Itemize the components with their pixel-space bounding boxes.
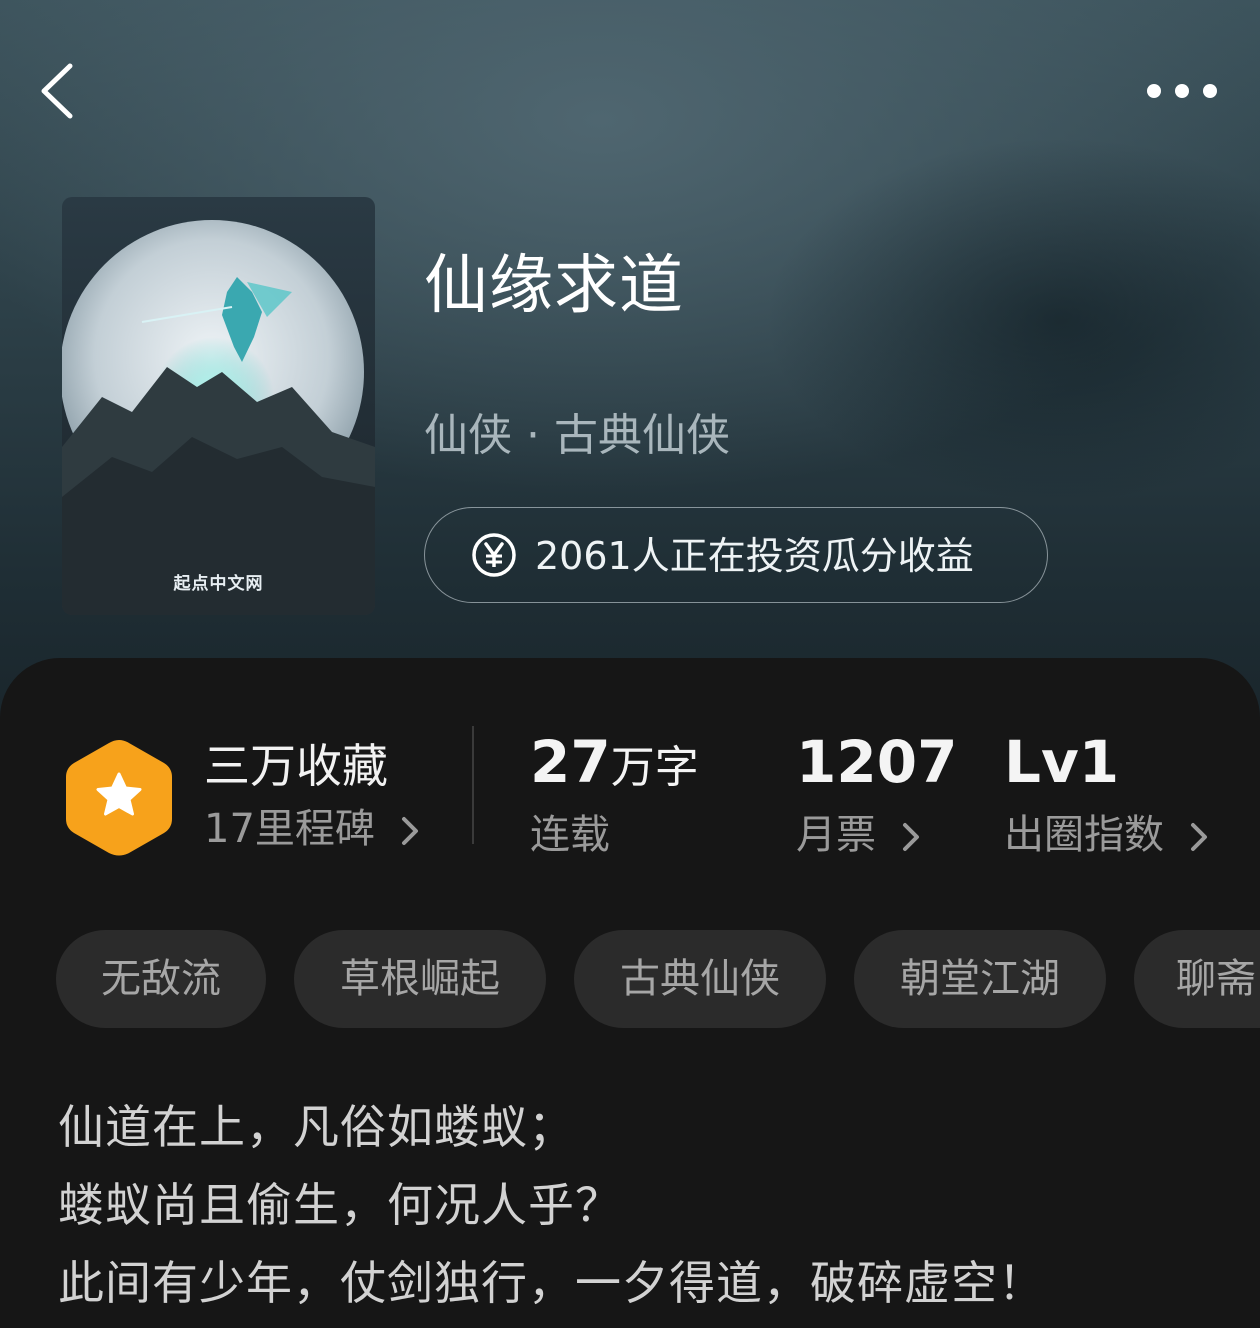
tag-chip[interactable]: 朝堂江湖	[854, 930, 1106, 1028]
serial-status: 连载	[530, 812, 610, 858]
word-count-unit: 万字	[610, 742, 699, 793]
chevron-right-icon	[902, 823, 919, 851]
chevron-right-icon	[1190, 823, 1207, 851]
monthly-ticket-count: 1207	[796, 728, 958, 796]
milestone-link[interactable]: 17里程碑	[204, 800, 422, 858]
book-description[interactable]: 仙道在上，凡俗如蝼蚁； 蝼蚁尚且偷生，何况人乎？ 此间有少年，仗剑独行，一夕得道…	[58, 1088, 1238, 1322]
chevron-right-icon	[401, 817, 418, 845]
popularity-index-label: 出圈指数	[1004, 812, 1164, 858]
more-dots-icon	[1147, 84, 1217, 98]
tag-chip[interactable]: 聊斋	[1134, 930, 1260, 1028]
cover-illustration	[62, 197, 375, 615]
tag-list: 无敌流 草根崛起 古典仙侠 朝堂江湖 聊斋	[56, 930, 1260, 1028]
description-line: 仙道在上，凡俗如蝼蚁；	[58, 1100, 575, 1154]
word-count: 27万字	[530, 730, 699, 800]
popularity-index-link[interactable]: 出圈指数	[1004, 806, 1211, 864]
book-genre[interactable]: 仙侠 · 古典仙侠	[424, 406, 730, 466]
chevron-left-icon	[41, 63, 73, 119]
tag-chip[interactable]: 古典仙侠	[574, 930, 826, 1028]
milestone-label: 17里程碑	[204, 806, 375, 852]
description-line: 蝼蚁尚且偷生，何况人乎？	[58, 1178, 622, 1232]
description-line: 此间有少年，仗剑独行，一夕得道，破碎虚空！	[58, 1256, 1045, 1310]
monthly-ticket-label: 月票	[796, 812, 876, 858]
tag-chip[interactable]: 草根崛起	[294, 930, 546, 1028]
monthly-ticket-link[interactable]: 月票	[796, 806, 923, 864]
popularity-level: Lv1	[1004, 728, 1120, 796]
invest-text: 2061人正在投资瓜分收益	[535, 534, 974, 578]
tag-chip[interactable]: 无敌流	[56, 930, 266, 1028]
collect-count: 三万收藏	[204, 739, 388, 793]
yen-circle-icon	[472, 533, 516, 577]
star-hexagon-icon[interactable]	[62, 736, 176, 860]
back-button[interactable]	[36, 60, 96, 122]
word-count-number: 27	[530, 728, 611, 796]
invest-button[interactable]: 2061人正在投资瓜分收益	[424, 507, 1048, 603]
stats-divider	[472, 726, 474, 844]
book-title: 仙缘求道	[424, 249, 684, 323]
more-button[interactable]	[1140, 74, 1224, 108]
book-cover[interactable]: 起点中文网	[62, 197, 375, 615]
cover-watermark: 起点中文网	[173, 574, 264, 594]
